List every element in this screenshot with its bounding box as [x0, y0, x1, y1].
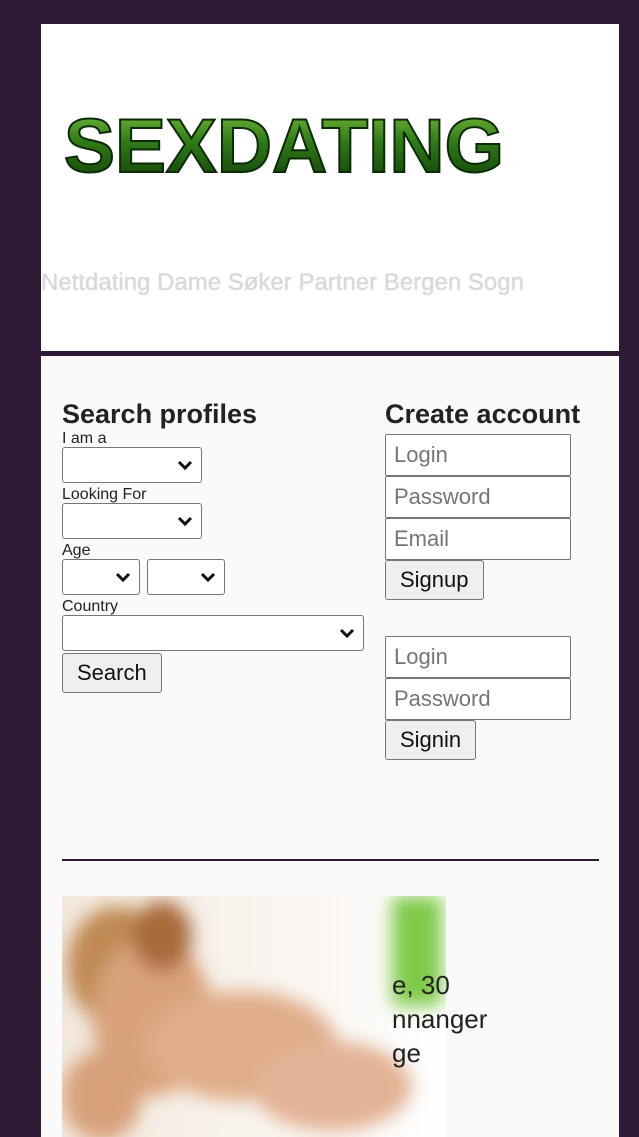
age-to-select[interactable]	[147, 559, 226, 595]
account-panel: Create account Signup Signin	[385, 398, 585, 760]
search-form: Search profiles I am a Looking For Age C…	[62, 398, 367, 693]
page-tagline: Nettdating Dame Søker Partner Bergen Sog…	[41, 269, 524, 296]
signin-button[interactable]: Signin	[385, 720, 477, 760]
looking-for-label: Looking For	[62, 486, 147, 503]
create-account-title: Create account	[385, 399, 581, 429]
chevron-down-icon	[201, 572, 216, 583]
signup-password-input[interactable]	[385, 476, 571, 518]
signin-password-input[interactable]	[385, 678, 571, 720]
signup-button[interactable]: Signup	[385, 560, 484, 600]
age-label: Age	[62, 542, 91, 559]
profile-summary: e, 30 nnanger ge	[392, 968, 592, 1070]
age-from-select[interactable]	[62, 559, 140, 595]
looking-for-select[interactable]	[62, 503, 202, 539]
main-content: Search profiles I am a Looking For Age C…	[41, 356, 619, 1137]
i-am-select[interactable]	[62, 447, 202, 483]
country-label: Country	[62, 598, 119, 615]
chevron-down-icon	[115, 572, 131, 583]
profile-line-1: e, 30	[392, 970, 450, 1000]
page: SEXDATING Nettdating Dame Søker Partner …	[41, 24, 619, 1137]
country-select[interactable]	[62, 615, 364, 651]
signup-login-input[interactable]	[385, 434, 571, 476]
chevron-down-icon	[177, 516, 193, 527]
signup-form: Signup	[385, 434, 585, 600]
signup-email-input[interactable]	[385, 518, 571, 560]
profile-card[interactable]: e, 30 nnanger ge	[62, 896, 599, 1137]
profile-line-2: nnanger	[392, 1004, 488, 1034]
logo-text: SEXDATING	[64, 104, 504, 184]
signin-form: Signin	[385, 636, 585, 760]
chevron-down-icon	[177, 460, 193, 471]
profile-line-3: ge	[392, 1038, 421, 1068]
section-divider	[62, 859, 599, 861]
signin-login-input[interactable]	[385, 636, 571, 678]
chevron-down-icon	[339, 628, 355, 639]
site-header: SEXDATING Nettdating Dame Søker Partner …	[41, 24, 619, 351]
search-title: Search profiles	[62, 399, 258, 429]
profile-photo[interactable]	[62, 896, 446, 1137]
search-button[interactable]: Search	[62, 653, 162, 693]
site-logo[interactable]: SEXDATING	[59, 104, 509, 184]
i-am-label: I am a	[62, 430, 107, 447]
